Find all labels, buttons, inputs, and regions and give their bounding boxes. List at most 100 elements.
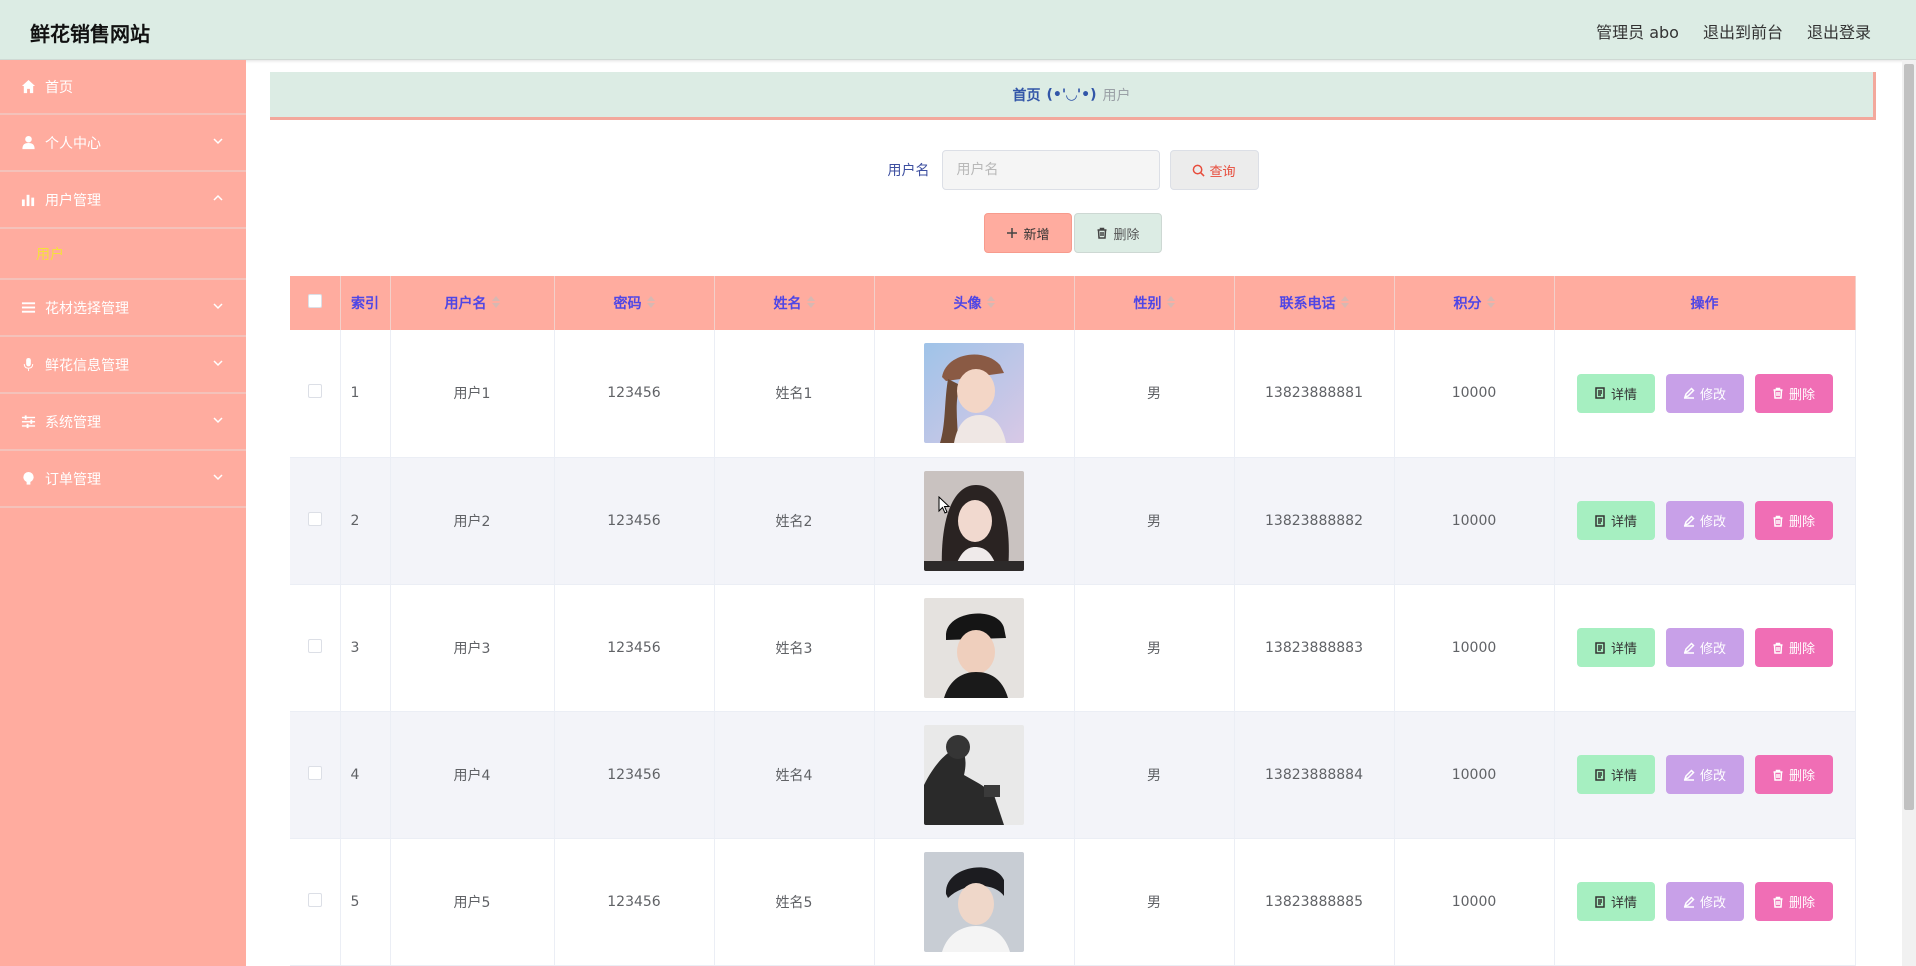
sidebar-item-label: 花材选择管理 [45,300,129,317]
avatar-image[interactable] [924,851,1024,952]
name-cell: 姓名4 [714,711,875,838]
edit-button[interactable]: 修改 [1665,882,1744,921]
gender-cell: 男 [1074,711,1235,838]
phone-cell: 13823888885 [1234,838,1395,965]
gender-cell: 男 [1074,330,1235,457]
delete-button-label: 删除 [1788,515,1815,530]
password-cell: 123456 [554,330,715,457]
avatar-cell [874,711,1075,838]
home-icon [20,79,36,95]
row-checkbox[interactable] [307,511,322,526]
breadcrumb-home[interactable]: 首页 [1012,85,1040,105]
index-cell: 3 [340,584,391,711]
sort-icon[interactable] [1166,296,1175,312]
column-header-label: 性别 [1133,296,1162,312]
column-header[interactable]: 用户名 [390,276,555,330]
gender-cell: 男 [1074,584,1235,711]
row-checkbox[interactable] [307,384,322,399]
delete-button[interactable]: 删除 [1754,373,1833,413]
edit-button[interactable]: 修改 [1665,501,1744,540]
username-cell: 用户2 [390,457,555,584]
password-cell: 123456 [554,584,715,711]
delete-button-label: 删除 [1788,896,1815,911]
pencil-icon [1683,514,1695,527]
edit-button[interactable]: 修改 [1665,755,1744,794]
column-header[interactable]: 姓名 [714,276,875,330]
detail-button[interactable]: 详情 [1576,628,1655,667]
detail-button-label: 详情 [1610,769,1637,784]
row-select-cell [290,838,341,965]
row-checkbox[interactable] [307,638,322,653]
sidebar-item-home[interactable]: 首页 [0,60,246,115]
sidebar-item-flower-material[interactable]: 花材选择管理 [0,280,246,337]
username-cell: 用户5 [390,838,555,965]
edit-button[interactable]: 修改 [1665,628,1744,667]
sort-icon[interactable] [806,296,815,312]
table-row: 4 用户4 123456 姓名4 男 13823888884 10000 详情 … [290,711,1856,838]
chevron-up-icon [212,192,224,204]
sidebar-subitem-user[interactable]: 用户 [0,229,246,280]
avatar-image[interactable] [924,470,1024,571]
detail-button[interactable]: 详情 [1576,755,1655,794]
detail-button[interactable]: 详情 [1576,373,1655,413]
delete-button[interactable]: 删除 [1754,755,1833,794]
add-button[interactable]: 新增 [984,213,1072,253]
column-header[interactable]: 密码 [554,276,715,330]
sort-icon[interactable] [1340,296,1349,312]
trash-icon [1773,515,1783,527]
sort-icon[interactable] [646,296,655,312]
column-header-label: 联系电话 [1279,296,1336,312]
query-button[interactable]: 查询 [1169,150,1259,190]
edit-button-label: 修改 [1699,515,1726,530]
trash-icon [1773,388,1783,399]
operations-cell: 详情 修改 删除 [1554,838,1856,965]
edit-button[interactable]: 修改 [1665,373,1744,413]
column-header[interactable]: 头像 [874,276,1075,330]
avatar-cell [874,584,1075,711]
sort-icon[interactable] [986,296,995,312]
sidebar-item-flower-info[interactable]: 鲜花信息管理 [0,337,246,394]
table-header-row: 索引 用户名 密码 姓名 头像 性别 联系电话 积分 操作 [290,276,1856,330]
column-header[interactable]: 联系电话 [1234,276,1395,330]
detail-button[interactable]: 详情 [1576,882,1655,921]
document-icon [1595,387,1605,399]
column-header: 操作 [1554,276,1856,330]
avatar-image[interactable] [924,343,1024,444]
delete-button[interactable]: 删除 [1754,501,1833,540]
current-user-label: 管理员 abo [1596,23,1679,42]
sort-icon[interactable] [491,296,500,312]
batch-delete-button[interactable]: 删除 [1074,213,1162,253]
chevron-down-icon [212,471,224,483]
sidebar-item-system[interactable]: 系统管理 [0,394,246,451]
detail-button[interactable]: 详情 [1576,501,1655,540]
name-cell: 姓名3 [714,584,875,711]
sort-icon[interactable] [1486,296,1495,312]
column-header[interactable]: 性别 [1074,276,1235,330]
table-row: 2 用户2 123456 姓名2 男 13823888882 10000 详情 … [290,457,1856,584]
scrollbar-thumb[interactable] [1904,64,1914,810]
sidebar-item-user-management[interactable]: 用户管理 [0,172,246,229]
username-search-input[interactable] [941,150,1160,190]
column-header[interactable]: 积分 [1394,276,1555,330]
logout-link[interactable]: 退出登录 [1807,19,1871,43]
name-cell: 姓名1 [714,330,875,457]
document-icon [1595,641,1605,654]
delete-button[interactable]: 删除 [1754,882,1833,921]
detail-button-label: 详情 [1610,896,1637,911]
exit-to-front-link[interactable]: 退出到前台 [1703,19,1783,43]
sidebar-item-personal-center[interactable]: 个人中心 [0,115,246,172]
row-checkbox[interactable] [307,765,322,780]
avatar-image[interactable] [924,724,1024,825]
sidebar-item-label: 系统管理 [45,414,101,431]
delete-button[interactable]: 删除 [1754,628,1833,667]
detail-button-label: 详情 [1610,515,1637,530]
select-all-checkbox[interactable] [307,294,322,308]
avatar-image[interactable] [924,597,1024,698]
sidebar-item-label: 鲜花信息管理 [45,357,129,374]
detail-button-label: 详情 [1610,642,1637,657]
edit-button-label: 修改 [1699,896,1726,911]
row-checkbox[interactable] [307,892,322,907]
sidebar-subitem-label: 用户 [36,246,64,263]
trash-icon [1773,896,1783,908]
sidebar-item-orders[interactable]: 订单管理 [0,451,246,508]
